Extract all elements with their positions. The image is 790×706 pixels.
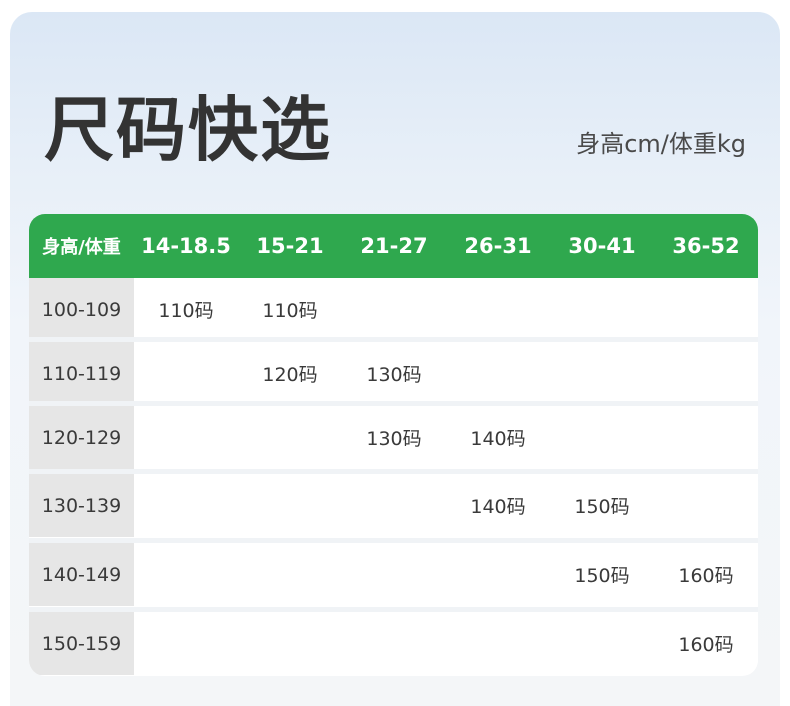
table-row: 140-149 150码 160码 — [29, 543, 758, 606]
size-cell — [654, 278, 758, 341]
size-cell — [550, 278, 654, 341]
size-cell: 150码 — [550, 543, 654, 606]
size-cell: 120码 — [238, 342, 342, 405]
size-cell — [134, 612, 238, 675]
size-cell — [134, 474, 238, 537]
table-row: 130-139 140码 150码 — [29, 474, 758, 537]
size-cell — [654, 474, 758, 537]
size-cell — [654, 406, 758, 469]
row-header: 140-149 — [29, 543, 134, 606]
column-header: 21-27 — [360, 234, 428, 258]
row-header: 110-119 — [29, 342, 134, 405]
table-row: 110-119 120码 130码 — [29, 342, 758, 405]
size-cell — [134, 342, 238, 405]
table-row: 100-109 110码 110码 — [29, 278, 758, 341]
size-cell — [134, 406, 238, 469]
size-cell: 150码 — [550, 474, 654, 537]
size-cell — [238, 543, 342, 606]
size-cell — [550, 612, 654, 675]
size-cell: 160码 — [654, 543, 758, 606]
size-cell: 140码 — [446, 474, 550, 537]
page-title: 尺码快选 — [44, 89, 332, 171]
size-cell: 140码 — [446, 406, 550, 469]
size-cell — [342, 543, 446, 606]
size-cell — [134, 543, 238, 606]
size-cell — [342, 612, 446, 675]
size-cell — [238, 612, 342, 675]
row-header: 100-109 — [29, 278, 134, 341]
size-cell — [550, 342, 654, 405]
size-cell — [446, 543, 550, 606]
units-label: 身高cm/体重kg — [576, 130, 746, 158]
table-row: 120-129 130码 140码 — [29, 406, 758, 469]
size-cell: 110码 — [238, 278, 342, 341]
size-cell — [342, 278, 446, 341]
size-cell — [238, 474, 342, 537]
size-cell — [550, 406, 654, 469]
size-cell — [238, 406, 342, 469]
column-header: 26-31 — [464, 234, 532, 258]
row-header: 130-139 — [29, 474, 134, 537]
row-header: 120-129 — [29, 406, 134, 469]
size-cell: 130码 — [342, 406, 446, 469]
size-cell: 110码 — [134, 278, 238, 341]
size-cell: 160码 — [654, 612, 758, 675]
corner-header: 身高/体重 — [42, 237, 121, 258]
column-header: 15-21 — [256, 234, 324, 258]
column-header: 36-52 — [672, 234, 740, 258]
size-cell — [446, 342, 550, 405]
size-table: 身高/体重 14-18.5 15-21 21-27 26-31 30-41 36… — [29, 214, 758, 676]
column-header: 14-18.5 — [141, 234, 231, 258]
column-header: 30-41 — [568, 234, 636, 258]
table-header: 身高/体重 14-18.5 15-21 21-27 26-31 30-41 36… — [29, 214, 758, 278]
row-header: 150-159 — [29, 612, 134, 675]
size-cell — [446, 278, 550, 341]
table-row: 150-159 160码 — [29, 612, 758, 675]
size-cell: 130码 — [342, 342, 446, 405]
size-cell — [342, 474, 446, 537]
size-cell — [654, 342, 758, 405]
size-cell — [446, 612, 550, 675]
